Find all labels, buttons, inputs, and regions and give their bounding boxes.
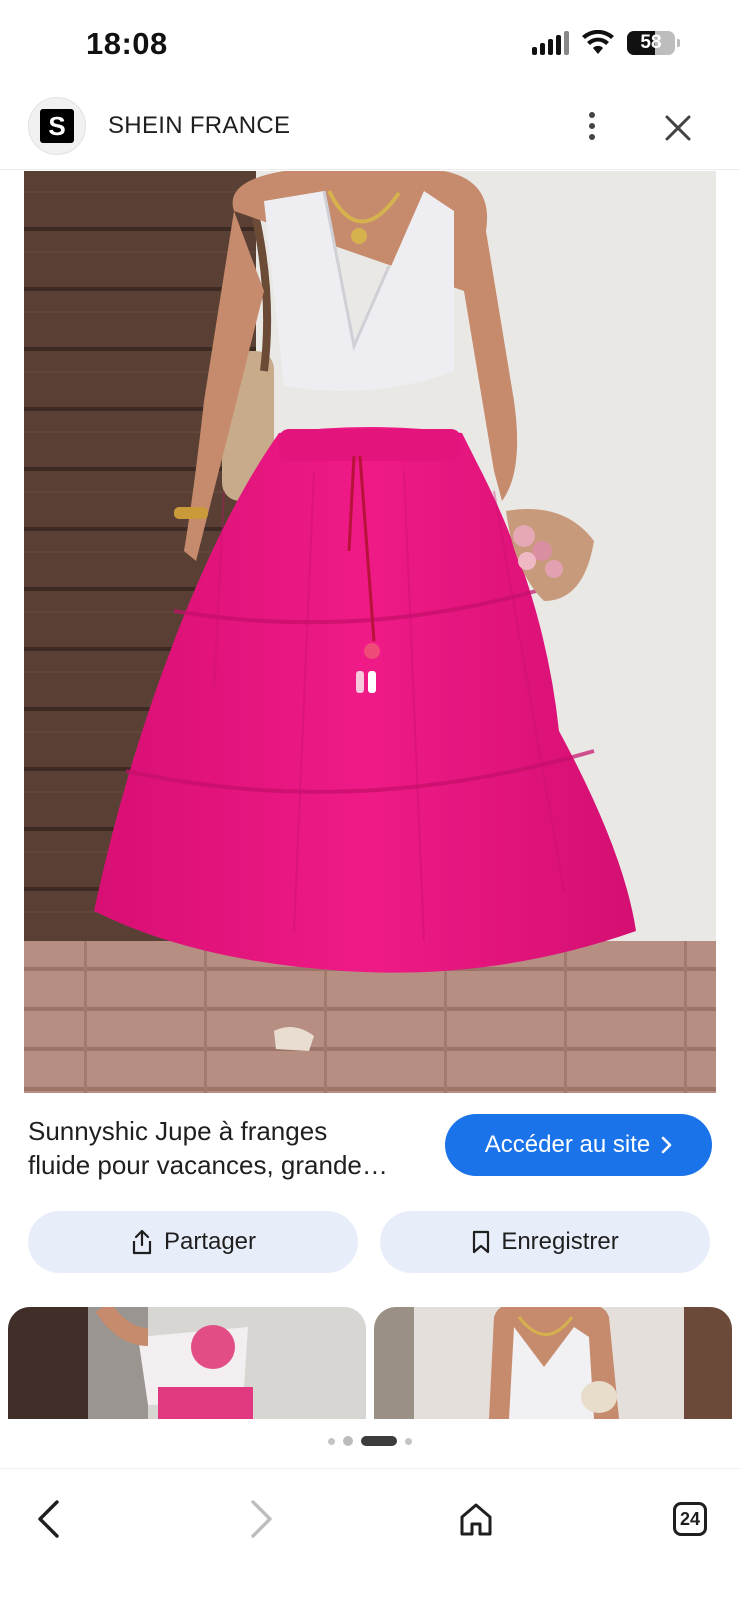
product-photo xyxy=(24,171,716,1093)
share-label: Partager xyxy=(163,1228,257,1255)
tabs-button[interactable]: 24 xyxy=(660,1489,720,1549)
chevron-right-icon xyxy=(251,1500,272,1538)
product-image[interactable] xyxy=(24,171,716,1093)
site-name[interactable]: SHEIN FRANCE xyxy=(108,112,290,140)
carousel-dot-active xyxy=(361,1436,397,1446)
status-icons: 58 xyxy=(532,30,680,56)
visit-site-label: Accéder au site xyxy=(484,1131,651,1158)
battery-icon: 58 xyxy=(627,31,680,55)
related-image-2[interactable] xyxy=(374,1307,732,1419)
home-button[interactable] xyxy=(446,1489,506,1549)
related-image-1[interactable] xyxy=(8,1307,366,1419)
status-time: 18:08 xyxy=(86,26,168,61)
close-button[interactable] xyxy=(656,106,700,150)
product-title-line-2: fluide pour vacances, grande… xyxy=(28,1150,388,1180)
carousel-indicator xyxy=(0,1436,740,1446)
save-label: Enregistrer xyxy=(501,1228,619,1255)
cellular-signal-icon xyxy=(532,31,569,55)
battery-level: 58 xyxy=(640,32,662,53)
chevron-left-icon xyxy=(38,1500,59,1538)
home-icon xyxy=(460,1503,492,1536)
visit-site-button[interactable]: Accéder au site xyxy=(445,1114,712,1176)
tab-count: 24 xyxy=(673,1502,707,1536)
carousel-dot xyxy=(405,1437,412,1445)
bookmark-icon xyxy=(473,1230,490,1254)
save-button[interactable]: Enregistrer xyxy=(380,1211,710,1273)
shein-logo-icon: S xyxy=(40,109,74,143)
share-icon xyxy=(132,1229,152,1255)
wifi-icon xyxy=(582,30,614,54)
related-photo-1 xyxy=(8,1307,366,1419)
product-title[interactable]: Sunnyshic Jupe à franges fluide pour vac… xyxy=(28,1114,428,1182)
page-header: S SHEIN FRANCE xyxy=(0,90,740,170)
related-photo-2 xyxy=(374,1307,732,1419)
chevron-right-icon xyxy=(661,1136,672,1154)
more-vertical-icon xyxy=(589,112,595,118)
share-button[interactable]: Partager xyxy=(28,1211,358,1273)
back-button[interactable] xyxy=(18,1489,78,1549)
more-options-button[interactable] xyxy=(572,106,612,146)
status-bar: 18:08 58 xyxy=(0,0,740,90)
product-title-line-1: Sunnyshic Jupe à franges xyxy=(28,1116,328,1146)
carousel-dot xyxy=(328,1437,335,1445)
close-icon xyxy=(665,115,691,141)
site-avatar[interactable]: S xyxy=(28,97,86,155)
forward-button[interactable] xyxy=(232,1489,292,1549)
carousel-dot xyxy=(343,1436,353,1446)
bottom-nav: 24 xyxy=(0,1468,740,1600)
